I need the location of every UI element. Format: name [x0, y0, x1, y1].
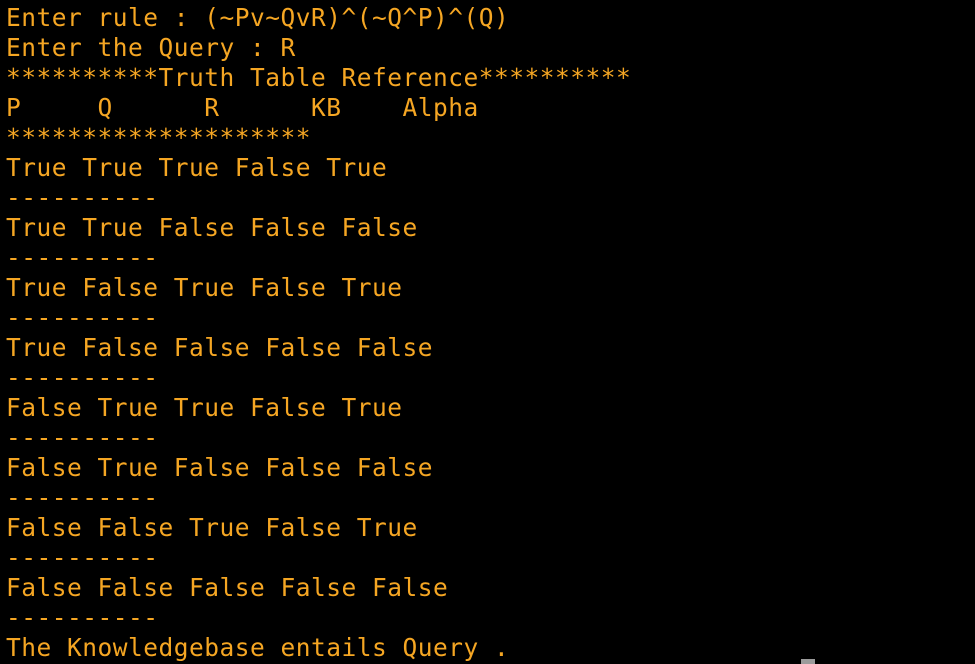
truth-table-row: True True True False True [6, 153, 388, 182]
terminal-window[interactable]: Enter rule : (~Pv~QvR)^(~Q^P)^(Q) Enter … [0, 0, 975, 664]
truth-table-header: P Q R KB Alpha [6, 93, 479, 122]
result-line: The Knowledgebase entails Query . [6, 633, 510, 662]
truth-table-row: True True False False False [6, 213, 418, 242]
row-separator: ---------- [6, 543, 159, 572]
row-separator: ---------- [6, 303, 159, 332]
truth-table-row: True False False False False [6, 333, 434, 362]
truth-table-row: False False False False False [6, 573, 449, 602]
truth-table-row: True False True False True [6, 273, 403, 302]
row-separator: ---------- [6, 483, 159, 512]
truth-table-row: False True False False False [6, 453, 434, 482]
row-separator: ---------- [6, 243, 159, 272]
rule-prompt-line: Enter rule : (~Pv~QvR)^(~Q^P)^(Q) [6, 3, 510, 32]
header-separator: ******************** [6, 123, 312, 152]
row-separator: ---------- [6, 363, 159, 392]
row-separator: ---------- [6, 423, 159, 452]
truth-table-row: False False True False True [6, 513, 418, 542]
query-prompt-line: Enter the Query : R [6, 33, 296, 62]
text-cursor [801, 659, 815, 664]
truth-table-title: **********Truth Table Reference*********… [6, 63, 632, 92]
row-separator: ---------- [6, 603, 159, 632]
terminal-output: Enter rule : (~Pv~QvR)^(~Q^P)^(Q) Enter … [6, 3, 631, 663]
truth-table-row: False True True False True [6, 393, 403, 422]
row-separator: ---------- [6, 183, 159, 212]
